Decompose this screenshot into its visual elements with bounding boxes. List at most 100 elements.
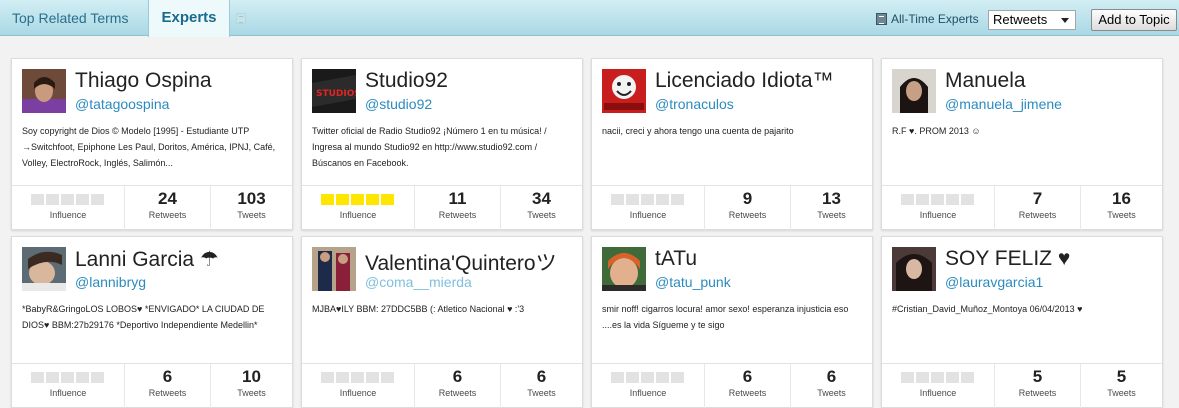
expert-card[interactable]: SOY FELIZ ♥ @lauravgarcia1 #Cristian_Dav… <box>881 236 1163 408</box>
avatar[interactable] <box>22 69 66 113</box>
retweets-count: 11 <box>448 189 467 208</box>
tweets-label: Tweets <box>817 388 846 398</box>
retweets-label: Retweets <box>148 388 187 398</box>
expert-card[interactable]: Manuela @manuela_jimene R.F ♥. PROM 2013… <box>881 58 1163 230</box>
expert-handle[interactable]: @tatagoospina <box>75 96 169 112</box>
retweets-label: Retweets <box>438 388 477 398</box>
expert-card[interactable]: Licenciado Idiota™ @tronaculos nacii, cr… <box>591 58 873 230</box>
influence-segment <box>961 372 974 383</box>
avatar[interactable] <box>22 247 66 291</box>
influence-segment <box>931 372 944 383</box>
expert-name[interactable]: Manuela <box>945 69 1026 93</box>
influence-label: Influence <box>339 210 377 220</box>
influence-bar <box>901 194 974 205</box>
expert-handle[interactable]: @lannibryg <box>75 274 146 290</box>
avatar[interactable] <box>892 69 936 113</box>
avatar[interactable]: STUDIO92 <box>312 69 356 113</box>
tweets-stat: 103 Tweets <box>211 186 292 230</box>
tweets-label: Tweets <box>527 388 556 398</box>
tweets-stat: 16 Tweets <box>1081 186 1162 230</box>
tweets-count: 103 <box>237 189 266 208</box>
influence-bar <box>901 372 974 383</box>
influence-segment <box>351 194 364 205</box>
tweets-stat: 10 Tweets <box>211 364 292 408</box>
avatar[interactable] <box>602 247 646 291</box>
influence-segment <box>366 372 379 383</box>
expert-card[interactable]: Valentina'Quinteroツ @coma__mierda MJBA♥I… <box>301 236 583 408</box>
retweets-count: 24 <box>158 189 177 208</box>
influence-segment <box>336 194 349 205</box>
expert-stats: Influence 5 Retweets 5 Tweets <box>882 363 1162 408</box>
retweets-stat: 9 Retweets <box>705 186 791 230</box>
expert-handle[interactable]: @tatu_punk <box>655 274 731 290</box>
influence-segment <box>901 372 914 383</box>
expert-bio: MJBA♥ILY BBM: 27DDC5BB (: Atletico Nacio… <box>312 304 525 314</box>
calendar-icon <box>876 13 887 25</box>
expert-handle[interactable]: @studio92 <box>365 96 432 112</box>
tweets-stat: 6 Tweets <box>791 364 872 408</box>
expert-handle[interactable]: @lauravgarcia1 <box>945 274 1043 290</box>
influence-bar <box>31 372 104 383</box>
influence-stat: Influence <box>12 364 125 408</box>
expert-card[interactable]: STUDIO92 Studio92 @studio92 Twitter ofic… <box>301 58 583 230</box>
avatar[interactable] <box>312 247 356 291</box>
tweets-count: 6 <box>536 367 547 386</box>
influence-segment <box>641 372 654 383</box>
avatar[interactable] <box>892 247 936 291</box>
tab-top-related-terms[interactable]: Top Related Terms <box>0 0 148 36</box>
tab-experts[interactable]: Experts <box>148 0 230 37</box>
expert-stats: Influence 24 Retweets 103 Tweets <box>12 185 292 230</box>
tweets-count: 16 <box>1112 189 1131 208</box>
retweets-label: Retweets <box>728 210 767 220</box>
chevron-down-icon <box>1061 18 1069 23</box>
export-icon[interactable] <box>236 13 246 24</box>
tweets-label: Tweets <box>237 210 266 220</box>
expert-name[interactable]: Thiago Ospina <box>75 69 212 93</box>
influence-segment <box>656 194 669 205</box>
retweets-stat: 24 Retweets <box>125 186 211 230</box>
retweets-label: Retweets <box>148 210 187 220</box>
tweets-label: Tweets <box>1107 388 1136 398</box>
influence-bar <box>611 372 684 383</box>
tweets-stat: 13 Tweets <box>791 186 872 230</box>
all-time-experts[interactable]: All-Time Experts <box>876 11 979 27</box>
influence-label: Influence <box>339 388 377 398</box>
influence-segment <box>76 194 89 205</box>
influence-segment <box>931 194 944 205</box>
expert-handle[interactable]: @coma__mierda <box>365 274 472 290</box>
expert-name[interactable]: SOY FELIZ ♥ <box>945 247 1070 271</box>
retweets-label: Retweets <box>1018 210 1057 220</box>
expert-handle[interactable]: @tronaculos <box>655 96 734 112</box>
expert-stats: Influence 9 Retweets 13 Tweets <box>592 185 872 230</box>
retweets-stat: 6 Retweets <box>705 364 791 408</box>
expert-name[interactable]: Licenciado Idiota™ <box>655 69 834 93</box>
expert-name[interactable]: Lanni Garcia ☂ <box>75 247 219 272</box>
retweets-stat: 7 Retweets <box>995 186 1081 230</box>
influence-segment <box>336 372 349 383</box>
expert-name[interactable]: Studio92 <box>365 69 448 93</box>
expert-bio: nacii, creci y ahora tengo una cuenta de… <box>602 126 794 136</box>
expert-handle[interactable]: @manuela_jimene <box>945 96 1062 112</box>
influence-label: Influence <box>49 388 87 398</box>
retweets-count: 5 <box>1032 367 1043 386</box>
expert-card[interactable]: Thiago Ospina @tatagoospina Soy copyrigh… <box>11 58 293 230</box>
top-bar: Top Related Terms Experts All-Time Exper… <box>0 0 1179 37</box>
influence-segment <box>961 194 974 205</box>
add-to-topic-button[interactable]: Add to Topic <box>1091 9 1177 31</box>
influence-stat: Influence <box>882 364 995 408</box>
avatar[interactable] <box>602 69 646 113</box>
retweets-label: Retweets <box>1018 388 1057 398</box>
influence-segment <box>366 194 379 205</box>
expert-card[interactable]: Lanni Garcia ☂ @lannibryg *BabyR&GringoL… <box>11 236 293 408</box>
influence-segment <box>46 372 59 383</box>
tweets-label: Tweets <box>527 210 556 220</box>
influence-segment <box>61 194 74 205</box>
influence-segment <box>916 194 929 205</box>
expert-name[interactable]: tATu <box>655 247 697 271</box>
influence-label: Influence <box>919 210 957 220</box>
retweets-label: Retweets <box>728 388 767 398</box>
influence-segment <box>656 372 669 383</box>
expert-name[interactable]: Valentina'Quinteroツ <box>365 247 557 277</box>
sort-select[interactable]: Retweets <box>988 10 1076 30</box>
expert-card[interactable]: tATu @tatu_punk smir noff! cigarros locu… <box>591 236 873 408</box>
